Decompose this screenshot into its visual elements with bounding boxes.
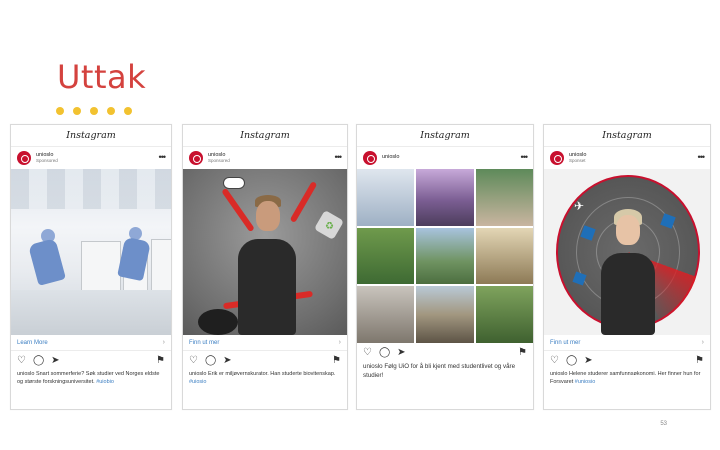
send-icon[interactable]: ➤ (223, 356, 231, 366)
post-image-laboratory (11, 169, 171, 335)
presentation-slide: Uttak Instagram unioslo Sponsored ••• Le… (0, 0, 720, 450)
send-icon[interactable]: ➤ (51, 356, 59, 366)
grid-photo (357, 286, 415, 343)
grid-photo (416, 227, 474, 285)
hashtag[interactable]: #uniosio (575, 379, 596, 385)
more-options-icon[interactable]: ••• (698, 152, 706, 162)
instagram-logo: Instagram (66, 130, 116, 141)
sponsored-label: Sponsored (36, 158, 58, 163)
send-icon[interactable]: ➤ (584, 356, 592, 366)
post-account[interactable]: unioslo Sponset ••• (544, 147, 710, 169)
instagram-post-lab: Instagram unioslo Sponsored ••• Learn Mo… (10, 124, 172, 410)
chevron-right-icon: › (162, 339, 165, 346)
instagram-post-erik: Instagram unioslo Sponsored ••• ♻ Finn u… (182, 124, 348, 410)
cta-bar[interactable]: Finn ut mer › (183, 335, 347, 351)
bookmark-icon[interactable]: ⚑ (695, 355, 704, 366)
cta-bar[interactable]: Learn More › (11, 335, 171, 351)
sponsored-label: Sponsored (208, 158, 230, 163)
grid-photo (416, 286, 474, 343)
post-actions: ♡ ◯ ➤ ⚑ (544, 351, 710, 371)
avatar[interactable] (363, 151, 377, 165)
heart-icon[interactable]: ♡ (17, 356, 26, 366)
post-caption: unioslo Snart sommerferie? Søk studier v… (17, 371, 160, 385)
heart-icon[interactable]: ♡ (189, 356, 198, 366)
dot (73, 107, 81, 115)
bookmark-icon[interactable]: ⚑ (518, 347, 527, 358)
comment-icon[interactable]: ◯ (33, 356, 44, 366)
more-options-icon[interactable]: ••• (335, 152, 343, 162)
post-image-grid (357, 169, 533, 343)
find-out-more-link[interactable]: Finn ut mer (550, 340, 580, 346)
instagram-post-helene: Instagram unioslo Sponset ••• ✈ Finn ut … (543, 124, 711, 410)
post-caption: unioslo Følg UiO for å bli kjent med stu… (363, 363, 516, 379)
dot (107, 107, 115, 115)
instagram-logo: Instagram (602, 130, 652, 141)
post-actions: ♡ ◯ ➤ ⚑ (357, 343, 533, 363)
more-options-icon[interactable]: ••• (521, 152, 529, 162)
post-caption: unioslo Helene studerer samfunnsøkonomi.… (550, 371, 701, 385)
post-caption: unioslo Erik er miljøvernskurator. Han s… (189, 371, 336, 385)
post-account[interactable]: unioslo ••• (357, 147, 533, 169)
sponsored-label: Sponset (569, 158, 586, 163)
slide-title: Uttak (57, 58, 147, 96)
post-image-radar: ✈ (544, 169, 710, 335)
more-options-icon[interactable]: ••• (159, 152, 167, 162)
instagram-logo: Instagram (240, 130, 290, 141)
find-out-more-link[interactable]: Finn ut mer (189, 340, 219, 346)
hashtag[interactable]: #uiosio (189, 379, 206, 385)
avatar[interactable] (189, 151, 203, 165)
dot (124, 107, 132, 115)
avatar[interactable] (17, 151, 31, 165)
post-actions: ♡ ◯ ➤ ⚑ (11, 351, 171, 371)
post-account[interactable]: unioslo Sponsored ••• (11, 147, 171, 169)
page-number: 53 (660, 421, 667, 427)
instagram-logo: Instagram (420, 130, 470, 141)
instagram-post-grid: Instagram unioslo ••• ♡ ◯ ➤ ⚑ unioslo Fø… (356, 124, 534, 410)
post-account[interactable]: unioslo Sponsored ••• (183, 147, 347, 169)
heart-icon[interactable]: ♡ (550, 356, 559, 366)
hashtag[interactable]: #uiobio (96, 379, 114, 385)
decorative-dots (56, 107, 132, 115)
grid-photo (475, 169, 533, 226)
dot (56, 107, 64, 115)
send-icon[interactable]: ➤ (397, 348, 405, 358)
dot (90, 107, 98, 115)
grid-photo (416, 169, 474, 226)
chevron-right-icon: › (701, 339, 704, 346)
bookmark-icon[interactable]: ⚑ (156, 355, 165, 366)
chevron-right-icon: › (338, 339, 341, 346)
comment-icon[interactable]: ◯ (566, 356, 577, 366)
grid-photo (475, 286, 533, 343)
grid-photo (357, 169, 415, 226)
grid-photo (475, 227, 533, 285)
comment-icon[interactable]: ◯ (205, 356, 216, 366)
post-image-student-with-pipe: ♻ (183, 169, 347, 335)
learn-more-link[interactable]: Learn More (17, 340, 48, 346)
cta-bar[interactable]: Finn ut mer › (544, 335, 710, 351)
heart-icon[interactable]: ♡ (363, 348, 372, 358)
avatar[interactable] (550, 151, 564, 165)
bookmark-icon[interactable]: ⚑ (332, 355, 341, 366)
grid-photo (357, 227, 415, 285)
post-actions: ♡ ◯ ➤ ⚑ (183, 351, 347, 371)
account-name[interactable]: unioslo (382, 155, 399, 161)
comment-icon[interactable]: ◯ (379, 348, 390, 358)
